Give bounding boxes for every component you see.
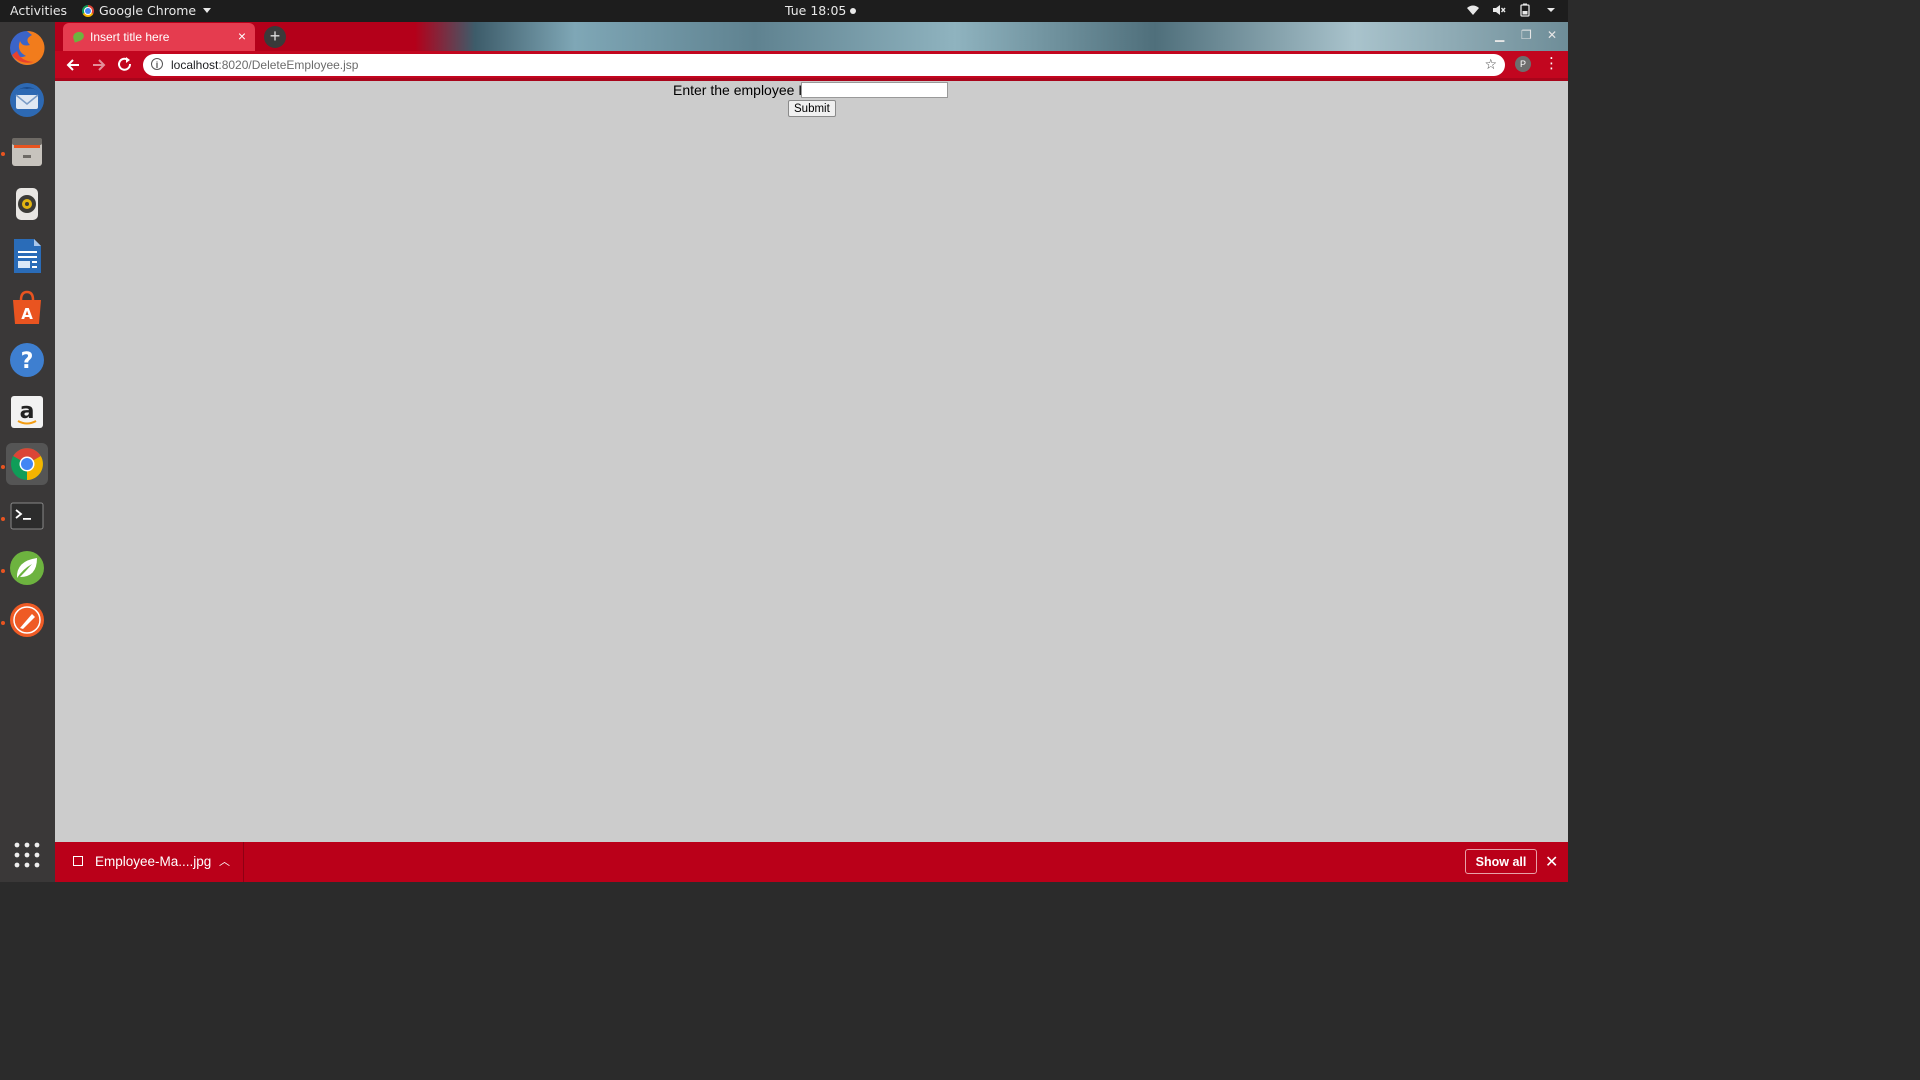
running-indicator: [1, 569, 5, 573]
address-bar[interactable]: i localhost:8020/DeleteEmployee.jsp ☆: [143, 54, 1505, 76]
forward-arrow-icon[interactable]: [89, 55, 109, 75]
notification-dot-icon: [850, 7, 857, 14]
browser-toolbar: i localhost:8020/DeleteEmployee.jsp ☆ P …: [55, 51, 1568, 78]
system-tray[interactable]: [1466, 3, 1558, 17]
tab-active[interactable]: Insert title here ×: [63, 23, 255, 51]
wifi-icon: [1467, 5, 1479, 15]
running-indicator: [1, 621, 5, 625]
libreoffice-writer-icon: [14, 239, 41, 273]
thunderbird-icon: [10, 83, 44, 117]
chrome-menu-icon[interactable]: ⋮: [1544, 56, 1559, 74]
tab-close-icon[interactable]: ×: [238, 28, 246, 44]
battery-icon: [1520, 3, 1530, 17]
info-icon[interactable]: i: [151, 58, 163, 70]
dock-files[interactable]: [6, 131, 48, 173]
tab-strip: Insert title here × + ▁ ❐ ✕: [55, 22, 1568, 51]
postman-icon: [10, 603, 44, 637]
chrome-icon: [82, 4, 94, 17]
url-host: localhost: [171, 58, 219, 72]
employee-id-label: Enter the employee Id: [673, 82, 810, 98]
spring-leaf-icon: [10, 551, 44, 585]
dock-help[interactable]: ?: [6, 339, 48, 381]
firefox-icon: [10, 30, 45, 65]
running-indicator: [1, 517, 5, 521]
profile-avatar[interactable]: P: [1515, 56, 1531, 72]
dock: A ? a: [0, 22, 55, 882]
dock-spring-tool-suite[interactable]: [6, 547, 48, 589]
gnome-top-bar: Activities Google Chrome Tue 18:05: [0, 0, 1568, 22]
activities-button[interactable]: Activities: [10, 3, 67, 18]
app-menu[interactable]: Google Chrome: [82, 3, 212, 18]
chevron-down-icon: [203, 8, 212, 13]
close-download-shelf-icon[interactable]: ✕: [1545, 852, 1558, 872]
close-window-icon[interactable]: ✕: [1547, 28, 1557, 42]
google-chrome-icon: [11, 448, 43, 480]
download-item[interactable]: Employee-Ma....jpg ︿: [65, 842, 244, 882]
running-indicator: [1, 465, 5, 469]
download-file-name: Employee-Ma....jpg: [95, 854, 212, 869]
system-menu-caret-icon: [1547, 8, 1555, 12]
show-applications-button[interactable]: [6, 834, 48, 876]
minimize-icon[interactable]: ▁: [1495, 28, 1504, 42]
svg-text:a: a: [20, 399, 35, 424]
clock[interactable]: Tue 18:05: [785, 3, 857, 18]
restore-icon[interactable]: ❐: [1521, 28, 1532, 42]
dock-amazon[interactable]: a: [6, 391, 48, 433]
dock-terminal[interactable]: [6, 495, 48, 537]
amazon-icon: a: [11, 396, 43, 428]
rhythmbox-icon: [16, 188, 38, 220]
dock-thunderbird[interactable]: [6, 79, 48, 121]
ubuntu-software-icon: A: [13, 290, 41, 324]
download-shelf: Employee-Ma....jpg ︿ Show all ✕: [55, 842, 1568, 882]
bookmark-star-icon[interactable]: ☆: [1484, 56, 1497, 73]
app-menu-label: Google Chrome: [99, 3, 197, 18]
employee-id-input[interactable]: [801, 82, 948, 98]
url-path: :8020/DeleteEmployee.jsp: [218, 58, 359, 72]
svg-text:A: A: [21, 305, 33, 323]
terminal-icon: [10, 502, 44, 530]
dock-postman[interactable]: [6, 599, 48, 641]
dock-rhythmbox[interactable]: [6, 183, 48, 225]
new-tab-button[interactable]: +: [264, 26, 286, 48]
url-text[interactable]: localhost:8020/DeleteEmployee.jsp: [171, 58, 358, 72]
show-all-button[interactable]: Show all: [1465, 849, 1537, 874]
back-arrow-icon[interactable]: [63, 55, 83, 75]
files-icon: [12, 138, 42, 166]
dock-ubuntu-software[interactable]: A: [6, 287, 48, 329]
image-file-icon: [73, 856, 83, 866]
dock-google-chrome[interactable]: [6, 443, 48, 485]
page-content: Enter the employee Id Submit: [55, 81, 1568, 842]
svg-text:?: ?: [21, 349, 34, 374]
tab-title: Insert title here: [90, 30, 170, 44]
running-indicator: [1, 152, 5, 156]
chrome-window: Insert title here × + ▁ ❐ ✕ i localhost:…: [55, 22, 1568, 882]
volume-muted-icon: [1493, 5, 1506, 15]
submit-button[interactable]: Submit: [788, 100, 836, 117]
clock-label: Tue 18:05: [785, 3, 847, 18]
dock-firefox[interactable]: [6, 27, 48, 69]
reload-icon[interactable]: [115, 55, 135, 75]
show-applications-icon: [14, 842, 40, 868]
dock-libreoffice-writer[interactable]: [6, 235, 48, 277]
chevron-up-icon[interactable]: ︿: [219, 853, 230, 869]
spring-favicon-icon: [71, 30, 86, 43]
help-icon: ?: [10, 343, 44, 377]
